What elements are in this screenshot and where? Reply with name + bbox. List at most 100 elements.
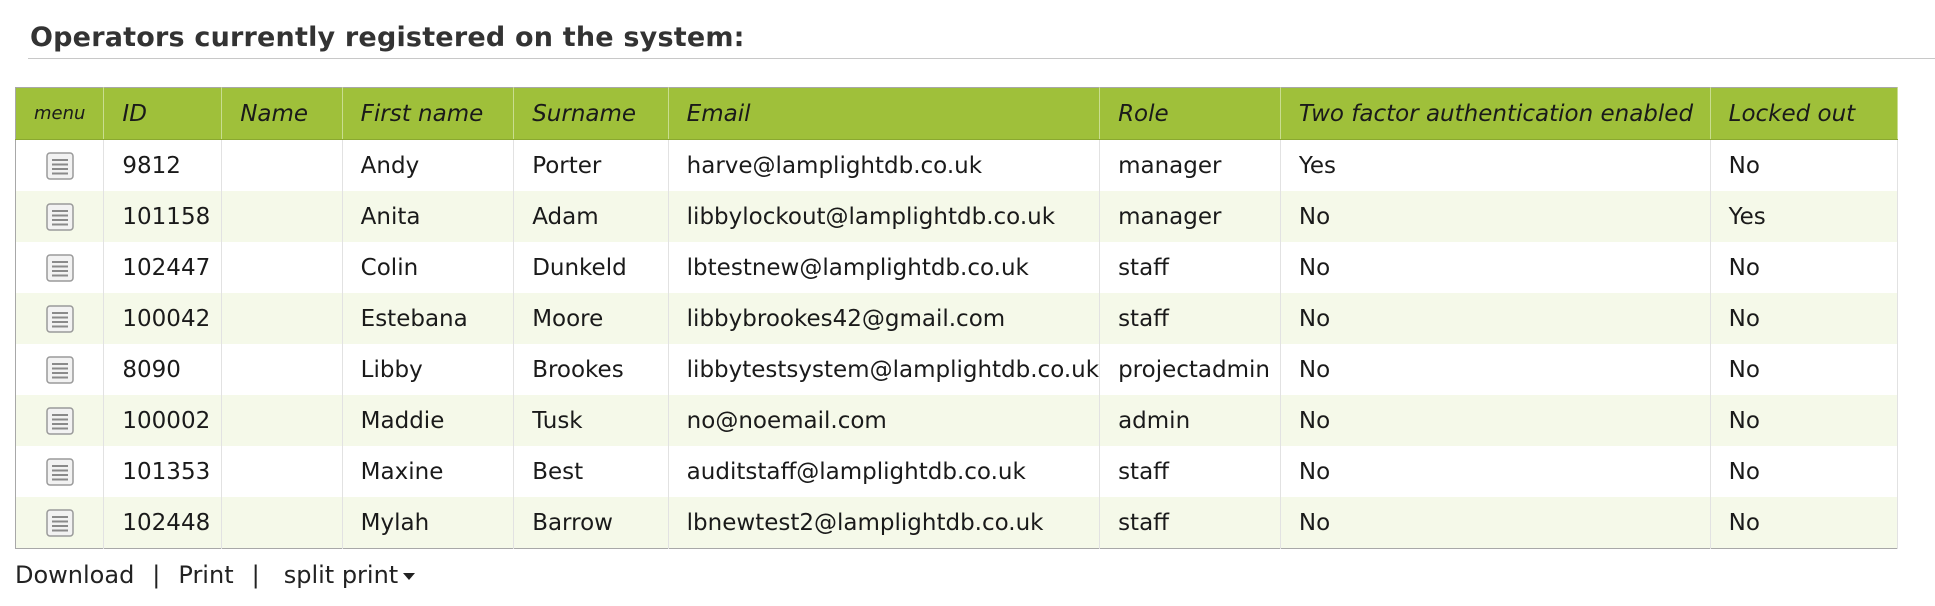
- cell-id: 9812: [103, 139, 223, 191]
- cell-locked-out: No: [1710, 293, 1899, 344]
- hamburger-menu-icon[interactable]: [45, 508, 75, 538]
- cell-name: [221, 139, 343, 191]
- cell-role: manager: [1099, 139, 1281, 191]
- cell-first-name: Colin: [342, 242, 515, 293]
- table-header-row: menu ID Name First name Surname Email Ro…: [15, 87, 1899, 140]
- column-header-id[interactable]: ID: [103, 87, 223, 140]
- split-print-label: split print: [283, 561, 399, 589]
- column-header-menu: menu: [15, 87, 105, 140]
- cell-two-factor: No: [1280, 191, 1711, 242]
- footer-separator: |: [251, 561, 260, 589]
- table-row: 101158 Anita Adam libbylockout@lamplightdb.…: [15, 191, 1899, 242]
- cell-surname: Moore: [513, 293, 669, 344]
- cell-email: harve@lamplightdb.co.uk: [668, 139, 1101, 191]
- cell-locked-out: Yes: [1710, 191, 1899, 242]
- cell-surname: Barrow: [513, 497, 669, 549]
- cell-email: libbybrookes42@gmail.com: [668, 293, 1101, 344]
- cell-first-name: Andy: [342, 139, 515, 191]
- row-menu-cell: [15, 344, 105, 395]
- cell-two-factor: No: [1280, 242, 1711, 293]
- cell-surname: Porter: [513, 139, 669, 191]
- cell-two-factor: No: [1280, 497, 1711, 549]
- cell-role: staff: [1099, 446, 1281, 497]
- hamburger-menu-icon[interactable]: [45, 457, 75, 487]
- table-row: 101353 Maxine Best auditstaff@lamplightdb.c…: [15, 446, 1899, 497]
- page-title: Operators currently registered on the sy…: [30, 22, 745, 53]
- cell-surname: Best: [513, 446, 669, 497]
- table-row: 9812 Andy Porter harve@lamplightdb.co.uk man…: [15, 139, 1899, 191]
- cell-id: 102447: [103, 242, 223, 293]
- cell-surname: Adam: [513, 191, 669, 242]
- table-footer-actions: Download | Print | split print: [15, 561, 416, 589]
- column-header-email[interactable]: Email: [668, 87, 1101, 140]
- cell-role: staff: [1099, 293, 1281, 344]
- cell-locked-out: No: [1710, 242, 1899, 293]
- cell-role: staff: [1099, 242, 1281, 293]
- cell-locked-out: No: [1710, 446, 1899, 497]
- hamburger-menu-icon[interactable]: [45, 406, 75, 436]
- cell-role: staff: [1099, 497, 1281, 549]
- cell-first-name: Maddie: [342, 395, 515, 446]
- cell-first-name: Estebana: [342, 293, 515, 344]
- table-row: 100042 Estebana Moore libbybrookes42@gmail.…: [15, 293, 1899, 344]
- cell-two-factor: No: [1280, 344, 1711, 395]
- table-row: 8090 Libby Brookes libbytestsystem@lampligh…: [15, 344, 1899, 395]
- column-header-surname[interactable]: Surname: [513, 87, 669, 140]
- cell-name: [221, 395, 343, 446]
- footer-separator: |: [152, 561, 161, 589]
- column-header-locked-out[interactable]: Locked out: [1710, 87, 1899, 140]
- column-header-role[interactable]: Role: [1099, 87, 1281, 140]
- cell-id: 100002: [103, 395, 223, 446]
- cell-locked-out: No: [1710, 395, 1899, 446]
- row-menu-cell: [15, 497, 105, 549]
- hamburger-menu-icon[interactable]: [45, 304, 75, 334]
- table-row: 100002 Maddie Tusk no@noemail.com admin No No: [15, 395, 1899, 446]
- cell-role: projectadmin: [1099, 344, 1281, 395]
- cell-id: 101158: [103, 191, 223, 242]
- cell-id: 102448: [103, 497, 223, 549]
- cell-id: 101353: [103, 446, 223, 497]
- cell-first-name: Anita: [342, 191, 515, 242]
- column-header-two-factor[interactable]: Two factor authentication enabled: [1280, 87, 1711, 140]
- hamburger-menu-icon[interactable]: [45, 151, 75, 181]
- cell-two-factor: Yes: [1280, 139, 1711, 191]
- hamburger-menu-icon[interactable]: [45, 202, 75, 232]
- cell-two-factor: No: [1280, 395, 1711, 446]
- cell-email: lbnewtest2@lamplightdb.co.uk: [668, 497, 1101, 549]
- cell-name: [221, 344, 343, 395]
- cell-two-factor: No: [1280, 293, 1711, 344]
- cell-id: 100042: [103, 293, 223, 344]
- cell-email: no@noemail.com: [668, 395, 1101, 446]
- hamburger-menu-icon[interactable]: [45, 253, 75, 283]
- cell-name: [221, 497, 343, 549]
- hamburger-menu-icon[interactable]: [45, 355, 75, 385]
- cell-email: libbylockout@lamplightdb.co.uk: [668, 191, 1101, 242]
- cell-name: [221, 446, 343, 497]
- row-menu-cell: [15, 395, 105, 446]
- cell-two-factor: No: [1280, 446, 1711, 497]
- table-row: 102448 Mylah Barrow lbnewtest2@lamplightdb.…: [15, 497, 1899, 549]
- cell-locked-out: No: [1710, 344, 1899, 395]
- cell-locked-out: No: [1710, 139, 1899, 191]
- cell-name: [221, 293, 343, 344]
- cell-surname: Dunkeld: [513, 242, 669, 293]
- cell-email: auditstaff@lamplightdb.co.uk: [668, 446, 1101, 497]
- cell-email: libbytestsystem@lamplightdb.co.uk: [668, 344, 1101, 395]
- cell-id: 8090: [103, 344, 223, 395]
- cell-first-name: Maxine: [342, 446, 515, 497]
- split-print-dropdown[interactable]: split print: [284, 561, 416, 589]
- table-row: 102447 Colin Dunkeld lbtestnew@lamplightdb.…: [15, 242, 1899, 293]
- row-menu-cell: [15, 293, 105, 344]
- caret-down-icon: [403, 572, 416, 580]
- cell-role: admin: [1099, 395, 1281, 446]
- download-link[interactable]: Download: [15, 561, 134, 589]
- print-link[interactable]: Print: [178, 561, 233, 589]
- row-menu-cell: [15, 191, 105, 242]
- row-menu-cell: [15, 446, 105, 497]
- cell-first-name: Mylah: [342, 497, 515, 549]
- heading-divider: [28, 58, 1935, 59]
- column-header-name[interactable]: Name: [221, 87, 343, 140]
- row-menu-cell: [15, 139, 105, 191]
- column-header-first-name[interactable]: First name: [342, 87, 515, 140]
- cell-name: [221, 242, 343, 293]
